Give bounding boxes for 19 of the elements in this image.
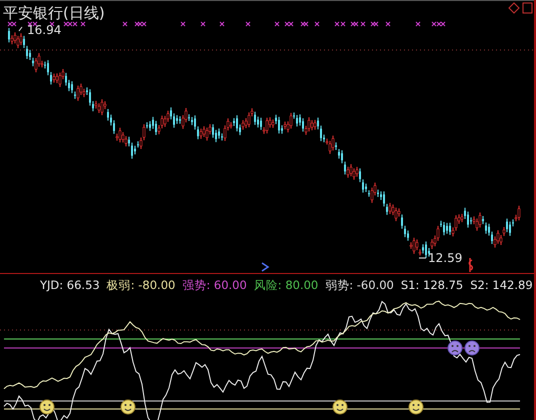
signal-icon <box>468 257 474 273</box>
indicator-value: 强势: 60.00 <box>182 278 247 292</box>
diamond-icon[interactable] <box>508 2 520 14</box>
smiley-icon <box>332 400 348 414</box>
smiley-icon <box>40 400 54 414</box>
panel-icon[interactable] <box>522 2 532 14</box>
indicator-value: S2: 142.89 <box>470 278 533 292</box>
indicator-value: YJD: 66.53 <box>40 278 100 292</box>
chart-title: 平安银行(日线) <box>3 4 105 22</box>
smiley-icon <box>120 400 136 414</box>
indicator-value: S1: 128.75 <box>400 278 464 292</box>
smiley-icon <box>408 400 424 414</box>
high-price-label: 16.94 <box>27 23 62 37</box>
sad-face-icon <box>448 340 462 356</box>
indicator-value: 弱势: -60.00 <box>325 278 394 292</box>
low-price-label: 12.59 <box>428 251 462 265</box>
indicator-value: 极弱: -80.00 <box>106 278 176 292</box>
indicator-value: 风险: 80.00 <box>254 278 318 292</box>
sad-face-icon <box>464 340 480 356</box>
